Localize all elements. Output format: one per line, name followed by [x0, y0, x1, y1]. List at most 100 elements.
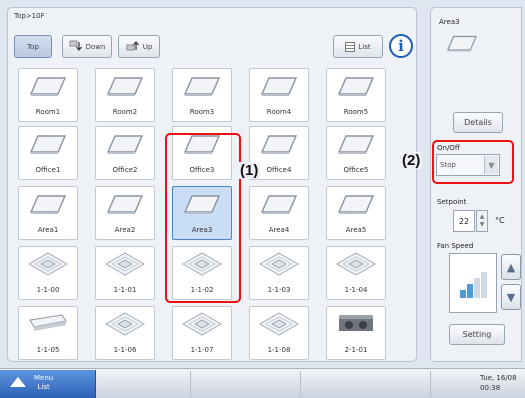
- unit-tile-15[interactable]: Area5: [326, 186, 386, 240]
- taskbar-divider: [430, 371, 431, 397]
- unit-tile-label: Room2: [112, 108, 138, 116]
- unit-tile-10[interactable]: Office5: [326, 126, 386, 180]
- setting-button[interactable]: Setting: [449, 324, 505, 345]
- unit-tile-2[interactable]: Room2: [95, 68, 155, 122]
- cassette-unit-icon: [28, 252, 68, 276]
- unit-tile-6[interactable]: Office1: [18, 126, 78, 180]
- unit-tile-19[interactable]: 1-1-03: [249, 246, 309, 300]
- stepper-down-icon[interactable]: ▼: [480, 221, 485, 229]
- info-button[interactable]: i: [389, 34, 413, 58]
- unit-tile-14[interactable]: Area4: [249, 186, 309, 240]
- unit-tile-20[interactable]: 1-1-04: [326, 246, 386, 300]
- unit-tile-7[interactable]: Office2: [95, 126, 155, 180]
- up-level-icon: [126, 40, 140, 54]
- down-button[interactable]: Down: [62, 35, 112, 58]
- triangle-up-icon: ▲: [506, 260, 516, 274]
- cassette-unit-icon: [259, 252, 299, 276]
- unit-tile-24[interactable]: 1-1-08: [249, 306, 309, 360]
- date-text: Tue, 16/08: [480, 374, 517, 382]
- fan-speed-bars-icon: [460, 272, 487, 298]
- duct-unit-icon: [339, 315, 373, 331]
- unit-tile-22[interactable]: 1-1-06: [95, 306, 155, 360]
- area-icon: [260, 77, 298, 96]
- unit-tile-5[interactable]: Room5: [326, 68, 386, 122]
- unit-tile-label: Room3: [189, 108, 215, 116]
- cassette-unit-icon: [105, 252, 145, 276]
- unit-tile-label: 1-1-04: [344, 286, 368, 294]
- area-icon: [106, 195, 144, 214]
- fan-speed-up-button[interactable]: ▲: [501, 254, 521, 280]
- unit-tile-label: Room1: [35, 108, 61, 116]
- setpoint-unit: °C: [495, 216, 505, 225]
- menu-arrow-icon: [10, 377, 26, 387]
- callout-frame-1: [165, 133, 241, 303]
- area-icon: [260, 195, 298, 214]
- wall-unit-icon: [29, 314, 67, 331]
- unit-tile-label: 1-1-01: [113, 286, 137, 294]
- unit-tile-label: 1-1-07: [190, 346, 214, 354]
- menu-label-line-2: List: [37, 383, 50, 391]
- unit-tile-17[interactable]: 1-1-01: [95, 246, 155, 300]
- unit-tile-label: 1-1-00: [36, 286, 60, 294]
- menu-list-button[interactable]: Menu List: [0, 370, 96, 398]
- setting-button-label: Setting: [462, 330, 492, 339]
- menu-label-line-1: Menu: [34, 374, 54, 382]
- unit-tile-3[interactable]: Room3: [172, 68, 232, 122]
- stepper-up-icon[interactable]: ▲: [480, 213, 485, 221]
- area-icon: [337, 195, 375, 214]
- callout-label-2: (2): [400, 152, 423, 169]
- unit-tile-label: 2-1-01: [344, 346, 368, 354]
- info-icon: i: [398, 37, 404, 55]
- area-icon: [183, 77, 221, 96]
- unit-tile-25[interactable]: 2-1-01: [326, 306, 386, 360]
- unit-tile-label: 1-1-06: [113, 346, 137, 354]
- unit-tile-11[interactable]: Area1: [18, 186, 78, 240]
- area-icon: [260, 135, 298, 154]
- menu-list-label: Menu List: [34, 374, 53, 392]
- unit-tile-21[interactable]: 1-1-05: [18, 306, 78, 360]
- cassette-unit-icon: [182, 312, 222, 336]
- unit-tile-label: Room5: [343, 108, 369, 116]
- unit-tile-label: 1-1-08: [267, 346, 291, 354]
- up-button[interactable]: Up: [118, 35, 160, 58]
- unit-tile-label: Office5: [343, 166, 369, 174]
- taskbar-divider: [190, 371, 191, 397]
- area-icon: [29, 77, 67, 96]
- area-icon: [446, 35, 478, 52]
- unit-tile-label: Office1: [35, 166, 61, 174]
- datetime-display: Tue, 16/08 00:38: [480, 373, 517, 393]
- unit-tile-4[interactable]: Room4: [249, 68, 309, 122]
- selected-area-title: Area3: [439, 18, 460, 26]
- fan-speed-label: Fan Speed: [437, 242, 474, 250]
- unit-tile-23[interactable]: 1-1-07: [172, 306, 232, 360]
- unit-tile-label: Area4: [268, 226, 290, 234]
- setpoint-stepper[interactable]: ▲ ▼: [476, 210, 488, 232]
- area-browser-panel: Top>10F Top Down Up List i Room1 Room2 Roo…: [7, 7, 417, 362]
- unit-tile-label: 1-1-05: [36, 346, 60, 354]
- fan-speed-level: [449, 253, 497, 313]
- down-button-label: Down: [85, 42, 106, 51]
- unit-tile-label: Area2: [114, 226, 136, 234]
- callout-frame-2: [432, 140, 514, 184]
- up-button-label: Up: [142, 42, 153, 51]
- unit-tile-1[interactable]: Room1: [18, 68, 78, 122]
- unit-tile-label: Office2: [112, 166, 138, 174]
- top-button[interactable]: Top: [14, 35, 52, 58]
- setpoint-label: Setpoint: [437, 198, 467, 206]
- area-icon: [106, 135, 144, 154]
- callout-label-1: (1): [238, 162, 261, 179]
- time-text: 00:38: [480, 384, 501, 392]
- unit-tile-label: Area5: [345, 226, 367, 234]
- unit-tile-12[interactable]: Area2: [95, 186, 155, 240]
- unit-tile-label: 1-1-03: [267, 286, 291, 294]
- detail-panel: Area3 Details On/Off Stop ▼ Setpoint 22 …: [430, 7, 522, 362]
- area-icon: [337, 77, 375, 96]
- taskbar: Menu List Tue, 16/08 00:38: [0, 368, 525, 398]
- fan-speed-down-button[interactable]: ▼: [501, 284, 521, 310]
- list-button[interactable]: List: [333, 35, 383, 58]
- unit-tile-label: Area1: [37, 226, 59, 234]
- triangle-down-icon: ▼: [506, 290, 516, 304]
- unit-tile-16[interactable]: 1-1-00: [18, 246, 78, 300]
- details-button-label: Details: [464, 118, 492, 127]
- details-button[interactable]: Details: [453, 112, 503, 133]
